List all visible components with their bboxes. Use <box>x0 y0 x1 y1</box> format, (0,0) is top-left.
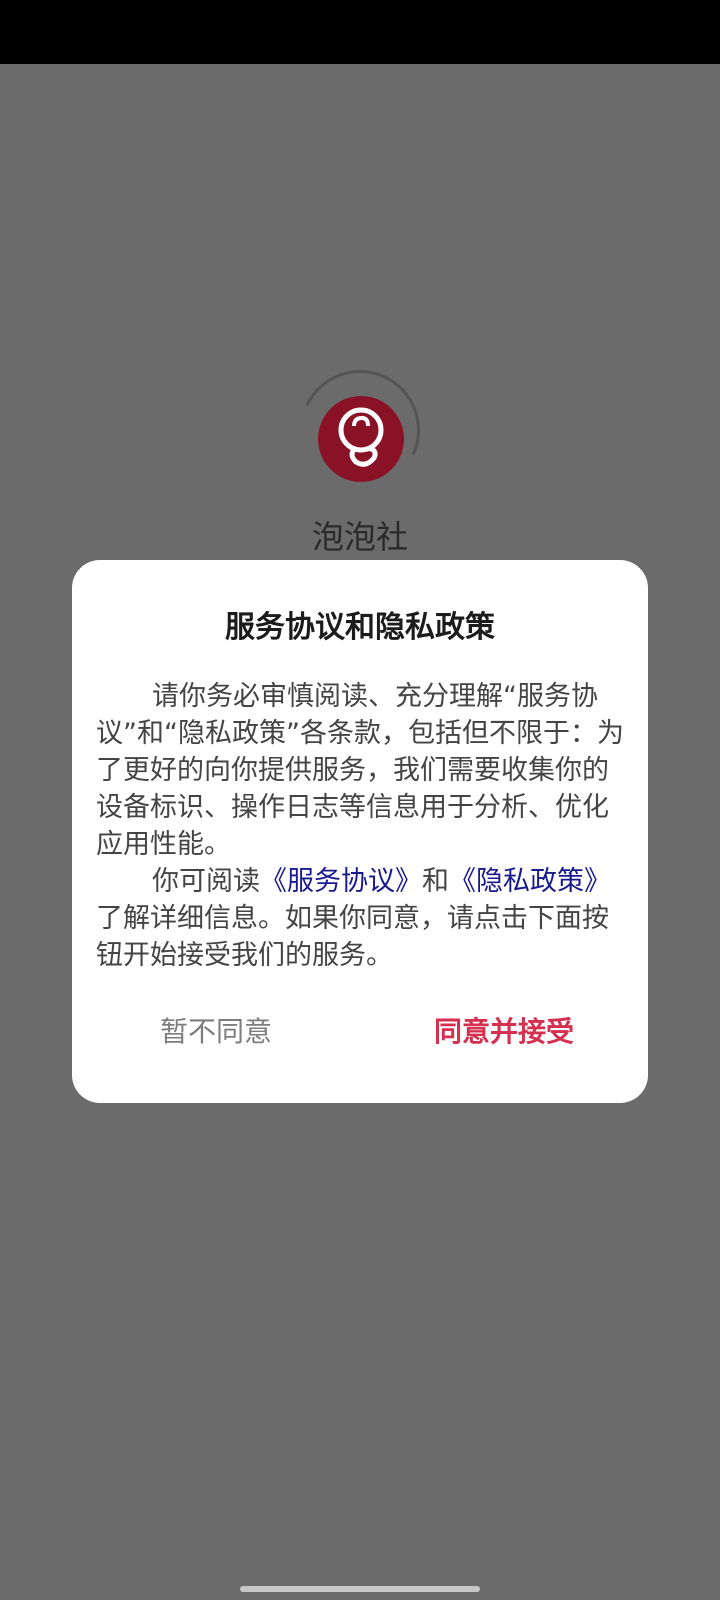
paragraph-2-suffix: 了解详细信息。如果你同意，请点击下面按钮开始接受我们的服务。 <box>96 903 609 971</box>
privacy-dialog: 服务协议和隐私政策 请你务必审慎阅读、充分理解“服务协议”和“隐私政策”各条款，… <box>72 560 648 1103</box>
decline-button[interactable]: 暂不同意 <box>72 1000 360 1060</box>
dialog-body: 请你务必审慎阅读、充分理解“服务协议”和“隐私政策”各条款，包括但不限于：为了更… <box>96 678 624 974</box>
service-agreement-link[interactable]: 《服务协议》 <box>260 866 422 897</box>
app-logo <box>283 353 437 507</box>
app-name: 泡泡社 <box>311 518 408 556</box>
bubble-logo-glyph <box>338 407 384 467</box>
home-indicator[interactable] <box>240 1586 480 1592</box>
paragraph-2-prefix: 你可阅读 <box>152 866 260 897</box>
privacy-policy-link[interactable]: 《隐私政策》 <box>449 866 611 897</box>
dialog-paragraph-2: 你可阅读《服务协议》和《隐私政策》了解详细信息。如果你同意，请点击下面按钮开始接… <box>96 863 624 974</box>
dialog-paragraph-1: 请你务必审慎阅读、充分理解“服务协议”和“隐私政策”各条款，包括但不限于：为了更… <box>96 681 624 860</box>
paragraph-2-and: 和 <box>422 866 449 897</box>
bubble-logo-icon <box>318 396 404 482</box>
dialog-title: 服务协议和隐私政策 <box>225 610 495 645</box>
accept-button[interactable]: 同意并接受 <box>360 1000 648 1060</box>
status-bar <box>0 0 720 64</box>
